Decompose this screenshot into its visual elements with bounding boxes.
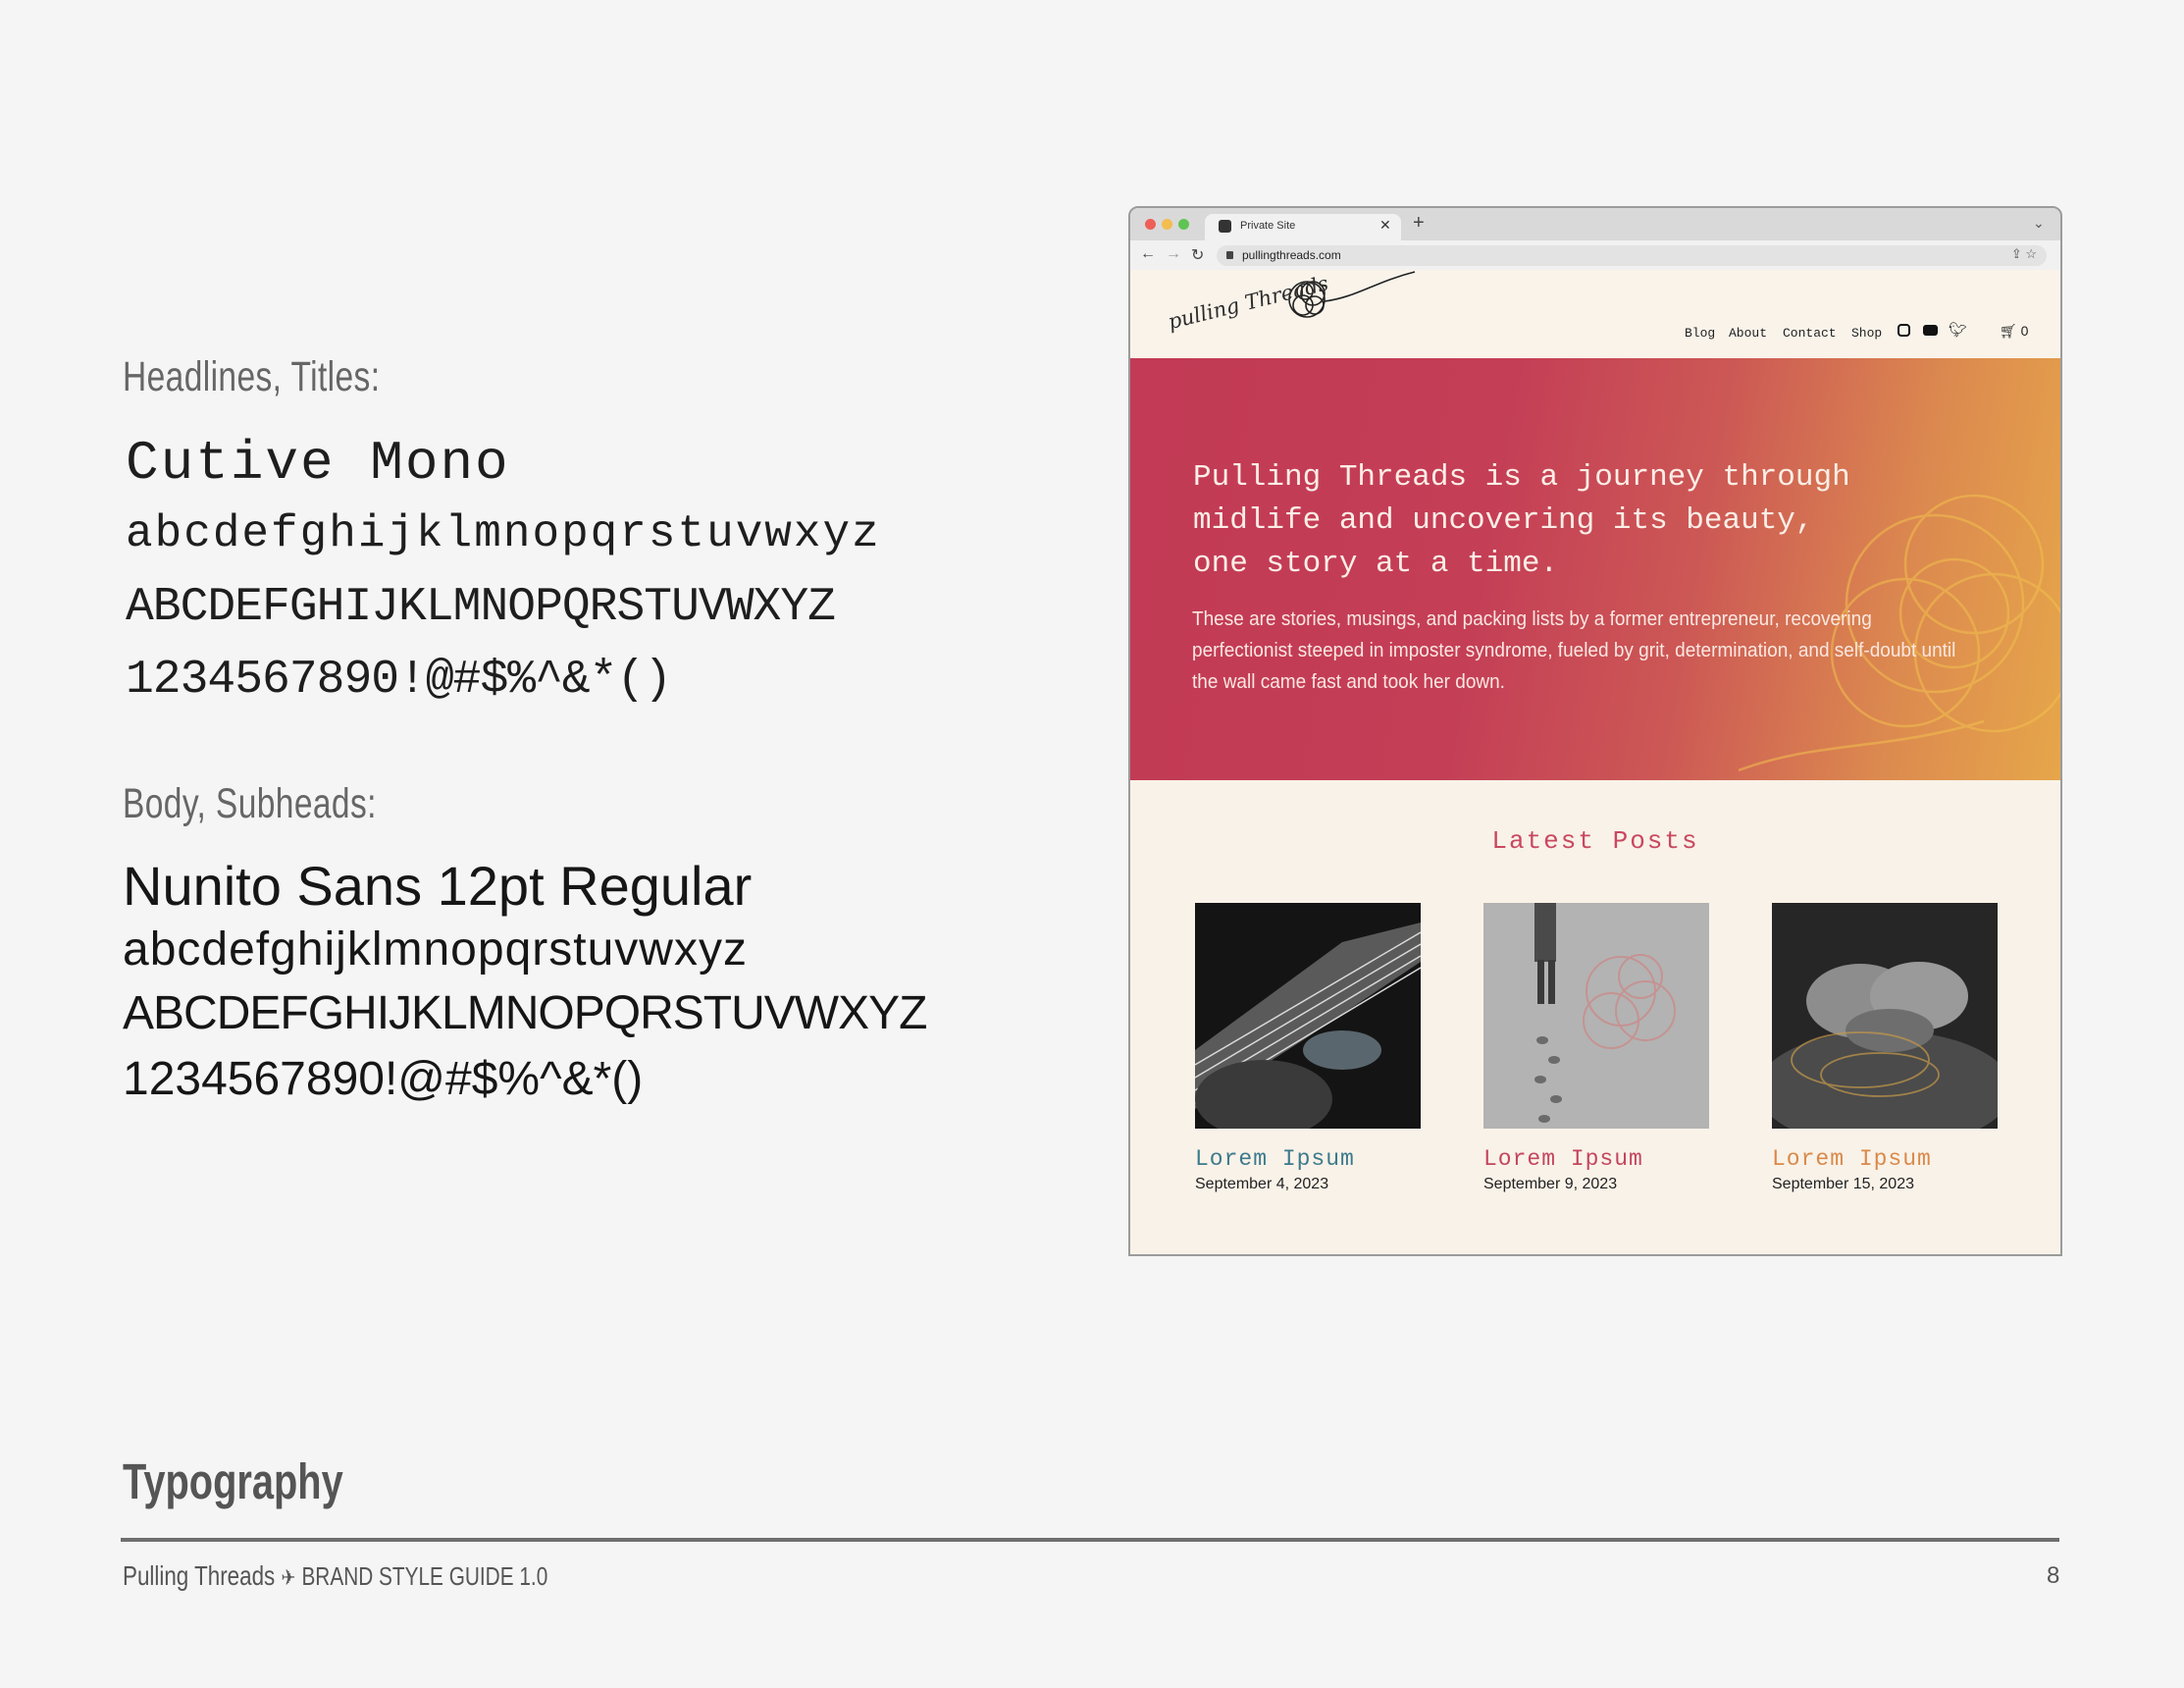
footer-divider [121, 1538, 2059, 1542]
body-digits: 1234567890!@#$%^&*() [123, 1053, 644, 1105]
cart-icon[interactable]: 🛒︎ 0 [2000, 323, 2028, 340]
headline-uppercase: ABCDEFGHIJKLMNOPQRSTUVWXYZ [126, 581, 836, 634]
cart-count: 0 [2020, 323, 2029, 339]
instagram-icon[interactable] [1898, 324, 1910, 337]
browser-address-row: ← → ↻ pullingthreads.com ⇪ ☆ [1130, 240, 2060, 271]
nav-about[interactable]: About [1729, 326, 1767, 341]
maximize-window-dot-icon[interactable] [1178, 219, 1189, 230]
hero-description: These are stories, musings, and packing … [1192, 608, 1956, 693]
nav-blog[interactable]: Blog [1685, 326, 1715, 341]
site-header: pulling Threads Blog About Contact Shop … [1130, 270, 2060, 358]
browser-mockup: Private Site ✕ + ⌄ ← → ↻ pullingthreads.… [1128, 206, 2062, 1256]
youtube-icon[interactable] [1923, 325, 1938, 336]
body-lowercase: abcdefghijklmnopqrstuvwxyz [123, 923, 748, 976]
post-3-title[interactable]: Lorem Ipsum [1772, 1146, 1932, 1172]
back-arrow-icon[interactable]: ← [1140, 245, 1156, 263]
pottery-hands-photo-icon [1772, 903, 1998, 1129]
tab-title: Private Site [1240, 220, 1296, 232]
post-2-date: September 9, 2023 [1483, 1176, 1618, 1192]
post-1-image[interactable] [1195, 903, 1421, 1129]
section-title: Typography [123, 1453, 343, 1509]
post-2-title[interactable]: Lorem Ipsum [1483, 1146, 1643, 1172]
post-1-date: September 4, 2023 [1195, 1176, 1329, 1192]
new-tab-icon[interactable]: + [1413, 212, 1425, 235]
headline-font-name: Cutive Mono [126, 432, 510, 495]
body-font-name: Nunito Sans 12pt Regular [123, 855, 753, 917]
tab-close-icon[interactable]: ✕ [1379, 217, 1391, 234]
url-text: pullingthreads.com [1242, 248, 1341, 262]
browser-tab[interactable]: Private Site ✕ [1205, 214, 1401, 240]
post-3-image[interactable] [1772, 903, 1998, 1129]
walking-sand-photo-icon [1483, 903, 1709, 1129]
share-bookmark-icons[interactable]: ⇪ ☆ [2011, 246, 2037, 262]
post-1-title[interactable]: Lorem Ipsum [1195, 1146, 1355, 1172]
close-window-dot-icon[interactable] [1145, 219, 1156, 230]
headline-label: Headlines, Titles: [123, 353, 381, 400]
twitter-icon[interactable]: 🐦︎ [1949, 321, 1967, 339]
nav-contact[interactable]: Contact [1783, 326, 1837, 341]
post-3-date: September 15, 2023 [1772, 1176, 1914, 1192]
minimize-window-dot-icon[interactable] [1162, 219, 1172, 230]
body-uppercase: ABCDEFGHIJKLMNOPQRSTUVWXYZ [123, 987, 927, 1039]
page-number: 8 [2047, 1562, 2060, 1589]
guitar-photo-icon [1195, 903, 1421, 1129]
hero-title: Pulling Threads is a journey through mid… [1193, 460, 1850, 581]
hero-banner: Pulling Threads is a journey through mid… [1130, 358, 2060, 780]
lock-icon [1226, 251, 1233, 259]
needle-icon: ✈︎ [281, 1565, 296, 1590]
footer-brand: Pulling Threads ✈︎ BRAND STYLE GUIDE 1.0 [123, 1560, 547, 1592]
reload-icon[interactable]: ↻ [1191, 245, 1204, 265]
post-2-image[interactable] [1483, 903, 1709, 1129]
headline-lowercase: abcdefghijklmnopqrstuvwxyz [126, 508, 881, 559]
footer-guide-name: BRAND STYLE GUIDE 1.0 [301, 1561, 548, 1591]
body-label: Body, Subheads: [123, 780, 377, 827]
address-bar[interactable]: pullingthreads.com ⇪ ☆ [1217, 245, 2047, 266]
site-favicon-icon [1219, 220, 1231, 233]
footer-brand-name: Pulling Threads [123, 1560, 276, 1591]
tab-list-chevron-icon[interactable]: ⌄ [2033, 215, 2045, 232]
forward-arrow-icon[interactable]: → [1166, 245, 1181, 263]
headline-digits: 1234567890!@#$%^&*() [126, 654, 672, 707]
nav-shop[interactable]: Shop [1851, 326, 1882, 341]
latest-posts-heading: Latest Posts [1491, 826, 1699, 856]
browser-tab-strip: Private Site ✕ + ⌄ [1130, 208, 2060, 240]
